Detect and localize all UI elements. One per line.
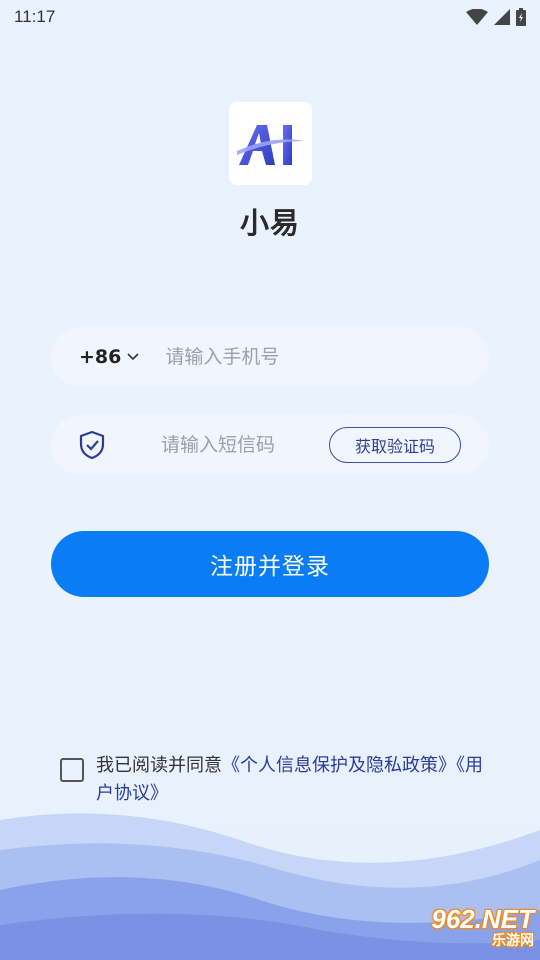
phone-input[interactable] xyxy=(165,346,426,368)
site-watermark: 962.NET 乐游网 xyxy=(402,906,534,954)
sms-code-input[interactable] xyxy=(161,434,301,456)
country-code-selector[interactable]: +86 xyxy=(79,346,139,368)
app-logo xyxy=(229,102,312,185)
status-time: 11:17 xyxy=(14,7,56,26)
chevron-down-icon xyxy=(127,353,139,361)
country-code-label: +86 xyxy=(79,346,122,368)
register-login-button[interactable]: 注册并登录 xyxy=(51,531,489,597)
status-bar: 11:17 xyxy=(0,0,540,34)
watermark-top: 962.NET xyxy=(431,904,534,934)
signal-icon xyxy=(494,9,510,25)
shield-check-icon xyxy=(79,430,105,460)
agreement-prefix: 我已阅读并同意 xyxy=(96,755,222,776)
app-name: 小易 xyxy=(239,206,300,240)
wifi-icon xyxy=(466,9,488,25)
status-icons xyxy=(466,8,526,26)
privacy-policy-link[interactable]: 《个人信息保护及隐私政策》 xyxy=(222,755,456,776)
ai-logo-icon xyxy=(236,124,305,165)
sms-code-field: 获取验证码 xyxy=(51,415,489,475)
watermark-bottom: 乐游网 xyxy=(492,933,534,949)
phone-field: +86 xyxy=(51,327,489,387)
agreement-checkbox[interactable] xyxy=(60,758,84,782)
battery-icon xyxy=(516,8,526,26)
get-code-button[interactable]: 获取验证码 xyxy=(329,427,461,463)
